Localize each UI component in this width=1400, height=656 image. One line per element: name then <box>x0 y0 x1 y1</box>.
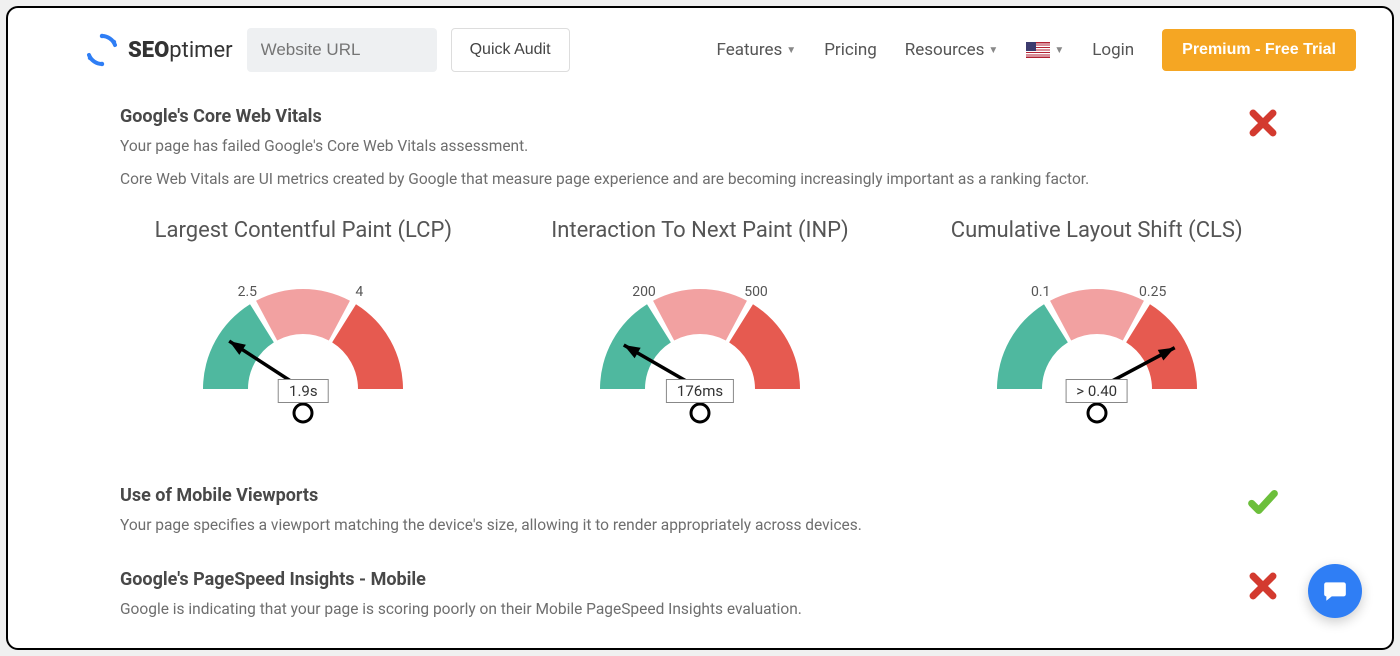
psi-subtitle: Google is indicating that your page is s… <box>120 598 1246 621</box>
gauge-inp-tick1: 200 <box>632 284 656 300</box>
fail-icon <box>1246 106 1280 140</box>
gauge-cls-chart <box>947 249 1247 449</box>
gauge-cls-tick1: 0.1 <box>1031 284 1050 300</box>
chat-icon <box>1322 578 1348 604</box>
gauge-lcp-value: 1.9s <box>278 379 329 403</box>
section-core-web-vitals: Google's Core Web Vitals Your page has f… <box>120 106 1280 449</box>
cwv-title: Google's Core Web Vitals <box>120 106 1246 127</box>
flag-us-icon <box>1026 42 1050 58</box>
gauge-inp-tick2: 500 <box>744 284 768 300</box>
main-nav: Features ▼ Pricing Resources ▼ ▼ Login P… <box>716 29 1356 71</box>
nav-features-label: Features <box>716 40 782 60</box>
nav-resources-label: Resources <box>905 40 985 60</box>
nav-resources[interactable]: Resources ▼ <box>905 40 999 60</box>
gauge-lcp-tick1: 2.5 <box>238 284 257 300</box>
nav-features[interactable]: Features ▼ <box>716 40 796 60</box>
chevron-down-icon: ▼ <box>786 45 796 56</box>
gauge-lcp-tick2: 4 <box>355 284 363 300</box>
chevron-down-icon: ▼ <box>1054 45 1064 56</box>
fail-icon <box>1246 569 1280 603</box>
gauge-cls: Cumulative Layout Shift (CLS) 0.1 0.25 >… <box>913 218 1280 449</box>
gauge-inp-title: Interaction To Next Paint (INP) <box>517 218 884 243</box>
viewport-title: Use of Mobile Viewports <box>120 485 1246 506</box>
quick-audit-button[interactable]: Quick Audit <box>451 28 570 72</box>
gauge-inp-value: 176ms <box>666 379 734 403</box>
section-psi-mobile: Google's PageSpeed Insights - Mobile Goo… <box>120 569 1280 631</box>
url-input[interactable] <box>247 28 437 72</box>
gauge-inp: Interaction To Next Paint (INP) 200 500 … <box>517 218 884 449</box>
gauge-cls-value: > 0.40 <box>1065 379 1128 403</box>
pass-icon <box>1246 485 1280 519</box>
viewport-subtitle: Your page specifies a viewport matching … <box>120 514 1246 537</box>
app-header: SEOptimer Quick Audit Features ▼ Pricing… <box>14 14 1386 86</box>
section-viewport: Use of Mobile Viewports Your page specif… <box>120 485 1280 547</box>
chat-launcher[interactable] <box>1308 564 1362 618</box>
gauge-lcp: Largest Contentful Paint (LCP) 2.5 4 1.9… <box>120 218 487 449</box>
cwv-description: Core Web Vitals are UI metrics created b… <box>120 168 1246 191</box>
gauge-lcp-title: Largest Contentful Paint (LCP) <box>120 218 487 243</box>
language-selector[interactable]: ▼ <box>1026 42 1064 58</box>
premium-trial-button[interactable]: Premium - Free Trial <box>1162 29 1356 71</box>
gauge-cls-title: Cumulative Layout Shift (CLS) <box>913 218 1280 243</box>
psi-title: Google's PageSpeed Insights - Mobile <box>120 569 1246 590</box>
report-body: Google's Core Web Vitals Your page has f… <box>54 86 1346 642</box>
nav-pricing[interactable]: Pricing <box>824 40 877 60</box>
logo[interactable]: SEOptimer <box>84 32 233 68</box>
nav-login[interactable]: Login <box>1092 40 1134 60</box>
gauge-inp-chart <box>550 249 850 449</box>
gauge-cls-tick2: 0.25 <box>1139 284 1166 300</box>
chevron-down-icon: ▼ <box>988 45 998 56</box>
logo-icon <box>84 32 120 68</box>
gauges-row: Largest Contentful Paint (LCP) 2.5 4 1.9… <box>120 218 1280 449</box>
logo-text: SEOptimer <box>128 38 233 63</box>
cwv-subtitle: Your page has failed Google's Core Web V… <box>120 135 1246 158</box>
gauge-lcp-chart <box>153 249 453 449</box>
